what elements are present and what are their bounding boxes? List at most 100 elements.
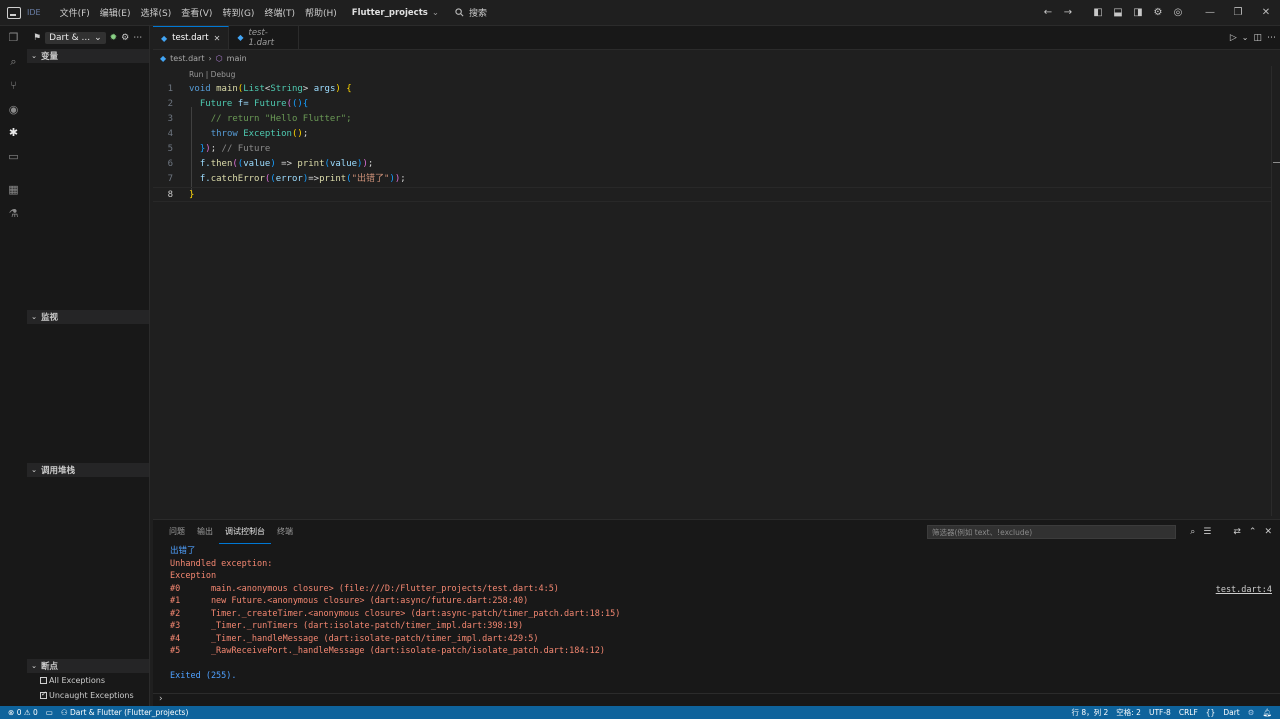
menu-view[interactable]: 查看(V) (176, 6, 217, 19)
filter-settings-icon[interactable]: ⇄ (1233, 527, 1241, 537)
chevron-right-icon: › (208, 53, 212, 63)
close-panel-icon[interactable]: ✕ (1264, 527, 1272, 537)
menu-terminal[interactable]: 终端(T) (259, 6, 300, 19)
breakpoint-uncaught-exceptions[interactable]: Uncaught Exceptions (40, 690, 134, 700)
project-switcher[interactable]: Flutter_projects ⌄ (352, 8, 439, 18)
beaker-icon[interactable]: ⚗ (0, 207, 27, 220)
activity-bar: ❐ ⌕ ⑂ ◉ ✱ ▭ ▦ ⚗ (0, 26, 27, 706)
chevron-down-icon: ⌄ (31, 313, 37, 321)
chevron-down-icon: ⌄ (31, 662, 37, 670)
callstack-section-header[interactable]: ⌄ 调用堆栈 (27, 463, 149, 477)
code-line: 5 }); // Future (167, 144, 271, 154)
breakpoint-all-exceptions[interactable]: All Exceptions (40, 676, 105, 685)
code-line: 4 throw Exception(); (167, 129, 309, 139)
console-line: Unhandled exception: (170, 559, 273, 569)
debug-config-select[interactable]: Dart & ... ⌄ (45, 31, 106, 44)
console-line: #2 Timer._createTimer.<anonymous closure… (170, 609, 621, 619)
search-icon[interactable]: ⌕ (0, 55, 27, 69)
source-location-link[interactable]: test.dart:4 (1216, 585, 1272, 595)
bug-icon[interactable]: ✱ (0, 126, 27, 139)
code-line-current: 8 } (153, 187, 1271, 202)
breakpoints-section-header[interactable]: ⌄ 断点 (27, 659, 149, 673)
back-arrow-icon[interactable]: ← (1038, 7, 1058, 18)
debug-console-filter-input[interactable]: 筛选器(例如 text、!exclude) (927, 525, 1176, 539)
minimize-icon[interactable]: — (1196, 7, 1224, 18)
eye-icon[interactable]: ◉ (0, 103, 27, 116)
more-icon[interactable]: ⋯ (133, 33, 142, 43)
tab-output[interactable]: 输出 (191, 520, 219, 544)
watch-section-header[interactable]: ⌄ 监视 (27, 310, 149, 324)
start-debug-icon[interactable]: ✹ (110, 33, 118, 43)
run-icon[interactable]: ▷ (1230, 33, 1237, 43)
gear-icon[interactable]: ⚙ (121, 33, 129, 43)
search-icon[interactable]: ⌕ (1190, 527, 1195, 537)
close-window-icon[interactable]: ✕ (1252, 7, 1280, 18)
extensions-icon[interactable]: ▦ (0, 183, 27, 196)
dart-file-icon: ◆ (160, 53, 167, 63)
bottom-panel: 问题 输出 调试控制台 终端 筛选器(例如 text、!exclude) ⌕ ☰… (153, 519, 1280, 707)
tab-debug-console[interactable]: 调试控制台 (219, 520, 271, 544)
code-area[interactable]: Run | Debug 1 void main(List<String> arg… (153, 66, 1271, 516)
codelens-run-debug[interactable]: Run | Debug (189, 70, 235, 79)
editor-scrollbar[interactable] (1271, 66, 1280, 516)
panel-actions: ⌕ ☰ ⇄ ⌃ ✕ (1190, 525, 1272, 539)
restore-icon[interactable]: ❐ (1224, 7, 1252, 18)
command-center-search[interactable]: 搜索 (455, 6, 487, 19)
clear-console-icon[interactable]: ☰ (1203, 527, 1211, 537)
split-editor-icon[interactable]: ◫ (1253, 33, 1262, 43)
more-icon[interactable]: ⋯ (1267, 33, 1276, 43)
source-control-icon[interactable]: ⑂ (0, 79, 27, 92)
settings-gear-icon[interactable]: ⚙ (1148, 7, 1168, 18)
callstack-title: 调用堆栈 (41, 466, 76, 476)
encoding[interactable]: UTF-8 (1145, 708, 1175, 717)
tab-test-1-dart[interactable]: ◆ test-1.dart (229, 26, 300, 49)
search-label: 搜索 (468, 9, 487, 19)
checkbox[interactable] (40, 677, 47, 684)
code-line: 1 void main(List<String> args) { (167, 84, 352, 94)
console-line: #1 new Future.<anonymous closure> (dart:… (170, 596, 529, 606)
menu-go[interactable]: 转到(G) (217, 6, 259, 19)
forward-arrow-icon[interactable]: → (1058, 7, 1078, 18)
console-line: #4 _Timer._handleMessage (dart:isolate-p… (170, 634, 539, 644)
warning-icon: ⚠ (23, 708, 31, 717)
language-braces-icon[interactable]: {} (1202, 708, 1220, 717)
console-line: #5 _RawReceivePort._handleMessage (dart:… (170, 646, 605, 656)
maximize-panel-icon[interactable]: ⌃ (1249, 527, 1257, 537)
dart-devtools-icon[interactable]: ⚙ (1244, 708, 1259, 717)
debug-config-name: Dart & ... (49, 32, 91, 43)
ports-icon[interactable]: ▭ (42, 708, 57, 717)
cursor-position[interactable]: 行 8，列 2 (1067, 707, 1112, 718)
tab-terminal[interactable]: 终端 (271, 520, 299, 544)
toggle-panel-icon[interactable]: ⬓ (1108, 7, 1128, 18)
prompt-chevron-icon: › (159, 694, 163, 704)
menu-help[interactable]: 帮助(H) (300, 6, 342, 19)
run-debug-icon: ⚑ (33, 32, 42, 43)
variables-section-header[interactable]: ⌄ 变量 (27, 49, 149, 63)
menu-selection[interactable]: 选择(S) (136, 6, 177, 19)
toggle-sidebar-icon[interactable]: ◧ (1088, 7, 1108, 18)
console-line: #0 main.<anonymous closure> (file:///D:/… (170, 584, 559, 594)
problems-status[interactable]: ⊗ 0 ⚠ 0 (0, 708, 42, 717)
debug-target-status[interactable]: ⚇ Dart & Flutter (Flutter_projects) (57, 708, 193, 717)
menu-edit[interactable]: 编辑(E) (95, 6, 136, 19)
notifications-bell-icon[interactable]: 🔔︎ (1258, 708, 1280, 717)
files-icon[interactable]: ❐ (0, 31, 27, 44)
close-icon[interactable]: ✕ (214, 34, 221, 43)
end-of-line[interactable]: CRLF (1175, 708, 1202, 717)
checkbox-checked[interactable] (40, 690, 47, 699)
tab-label: test.dart (172, 33, 209, 43)
remote-icon[interactable]: ▭ (0, 150, 27, 163)
toggle-secondary-sidebar-icon[interactable]: ◨ (1128, 7, 1148, 18)
breadcrumb-symbol[interactable]: main (227, 54, 247, 63)
indentation[interactable]: 空格: 2 (1112, 707, 1145, 718)
account-icon[interactable]: ◎ (1168, 7, 1188, 18)
chevron-down-icon[interactable]: ⌄ (1242, 33, 1249, 42)
menu-file[interactable]: 文件(F) (55, 6, 95, 19)
breadcrumb-file[interactable]: test.dart (170, 54, 204, 63)
error-icon: ⊗ (8, 708, 15, 717)
language-mode[interactable]: Dart (1219, 708, 1243, 717)
tab-problems[interactable]: 问题 (163, 520, 191, 544)
tab-test-dart[interactable]: ◆ test.dart ✕ (153, 26, 230, 49)
console-line: Exited (255). (170, 671, 237, 681)
tab-label: test-1.dart (248, 27, 275, 48)
